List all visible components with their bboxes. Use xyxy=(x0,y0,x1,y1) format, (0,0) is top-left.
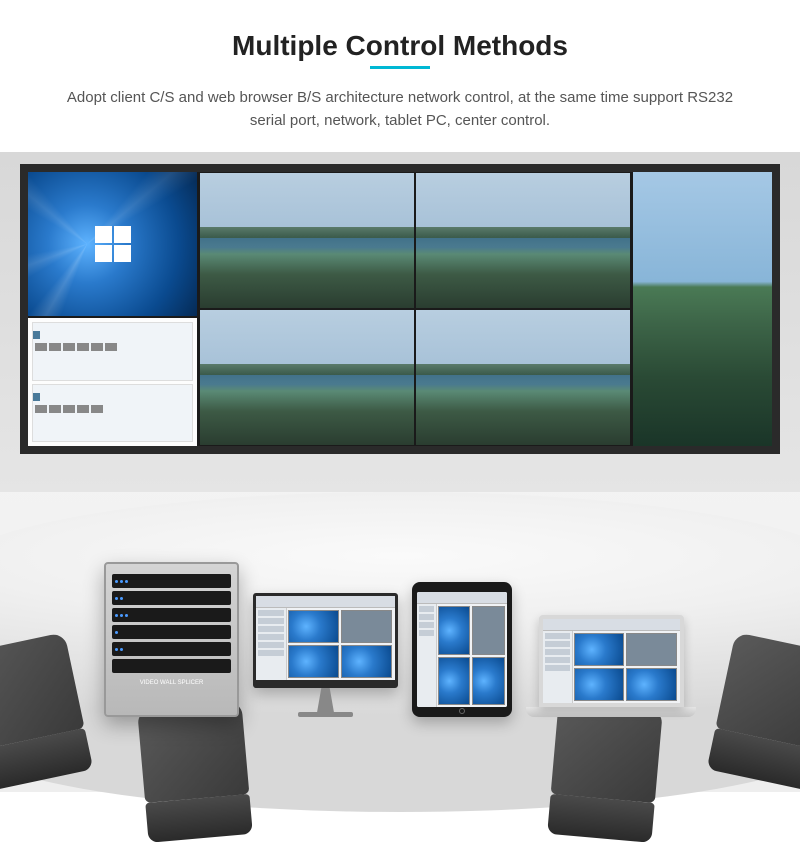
tablet-home-button-icon xyxy=(459,708,465,714)
control-software-ui xyxy=(256,596,395,680)
control-software-ui xyxy=(543,619,680,703)
windows-wallpaper-pane xyxy=(28,172,199,318)
landscape-tile xyxy=(199,172,415,309)
header: Multiple Control Methods Adopt client C/… xyxy=(0,0,800,152)
video-wall-splicer-rack: VIDEO WALL SPLICER xyxy=(104,562,239,717)
control-devices-row: VIDEO WALL SPLICER xyxy=(104,562,696,717)
chair xyxy=(547,701,663,843)
page-description: Adopt client C/S and web browser B/S arc… xyxy=(60,87,740,132)
chair xyxy=(137,701,253,843)
videowall-left-column xyxy=(28,172,199,446)
videowall-right-pane xyxy=(631,172,772,446)
control-software-ui xyxy=(417,592,507,707)
title-underline xyxy=(370,66,430,69)
landscape-tile xyxy=(415,309,631,446)
videowall-center-grid xyxy=(199,172,631,446)
video-wall-display xyxy=(20,164,780,454)
desktop-monitor xyxy=(253,593,398,717)
windows-logo-icon xyxy=(95,226,131,262)
rack-label: VIDEO WALL SPLICER xyxy=(112,680,231,686)
system-diagram-pane xyxy=(28,318,199,446)
landscape-tile xyxy=(415,172,631,309)
page-title: Multiple Control Methods xyxy=(40,30,760,62)
landscape-tile xyxy=(199,309,415,446)
laptop-device xyxy=(526,615,696,717)
tablet-device xyxy=(412,582,512,717)
product-scene: VIDEO WALL SPLICER xyxy=(0,152,800,792)
